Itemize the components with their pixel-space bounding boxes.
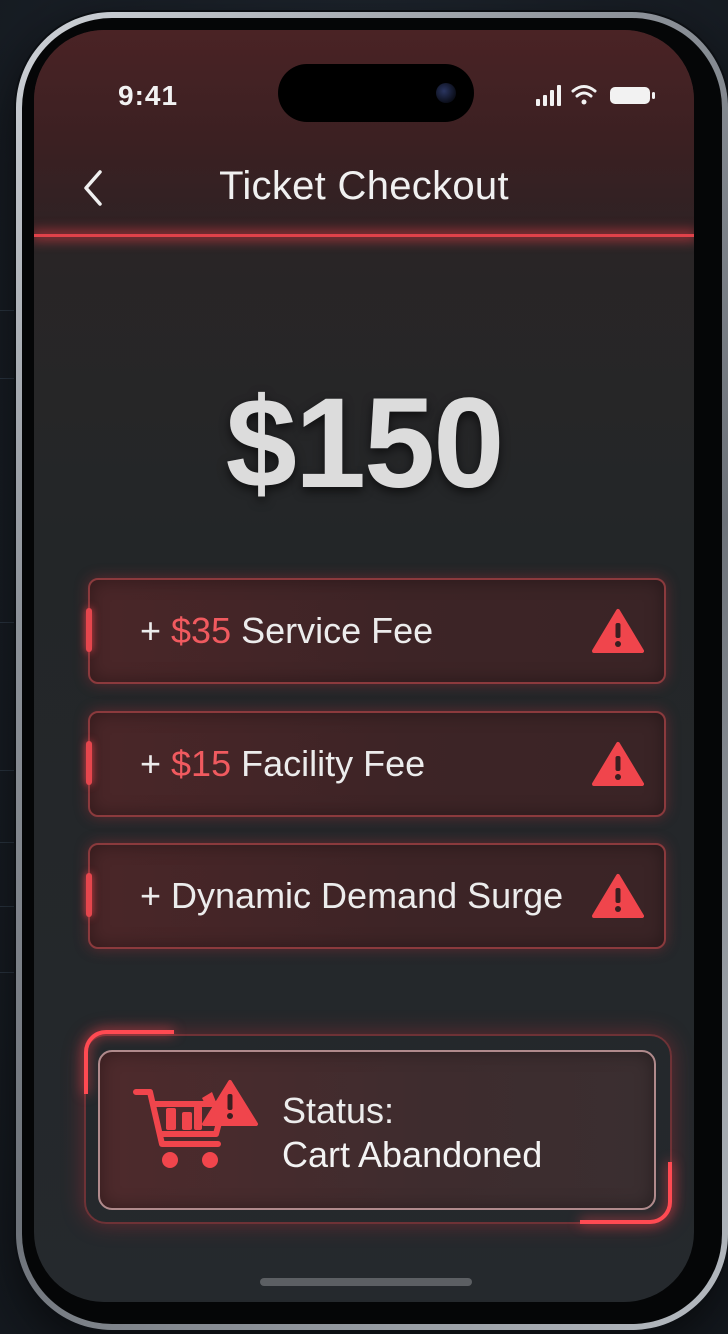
warning-icon <box>592 874 644 918</box>
fee-prefix: + <box>140 610 172 651</box>
fee-text: + $35 Service Fee <box>140 580 433 682</box>
warning-icon <box>592 742 644 786</box>
page-title: Ticket Checkout <box>219 164 509 208</box>
battery-icon <box>610 87 655 104</box>
ticket-price: $150 <box>225 372 505 515</box>
warning-icon <box>592 609 644 653</box>
status-value: Cart Abandoned <box>282 1134 543 1175</box>
dynamic-island <box>278 64 474 122</box>
home-indicator[interactable] <box>260 1278 472 1286</box>
fee-text: + $15 Facility Fee <box>140 713 425 815</box>
fee-text: + Dynamic Demand Surge <box>140 845 563 947</box>
header-divider <box>34 234 694 237</box>
status-card[interactable]: Status: Cart Abandoned <box>98 1050 656 1210</box>
status-bar-icons <box>536 85 655 106</box>
status-label: Status: <box>282 1090 395 1131</box>
fee-amount: $35 <box>171 610 232 651</box>
fee-item-demand-surge[interactable]: + Dynamic Demand Surge <box>86 843 666 949</box>
fee-label: Dynamic Demand Surge <box>171 875 564 916</box>
signal-icon <box>536 85 561 106</box>
cart-warning-icon <box>133 1080 258 1168</box>
camera-icon <box>436 83 456 103</box>
fee-accent-notch <box>86 741 92 785</box>
fee-item-facility[interactable]: + $15 Facility Fee <box>86 711 666 817</box>
fee-prefix: + <box>140 875 172 916</box>
screen: 9:41 Ticket Checkout $150 + $35 Service … <box>34 30 694 1302</box>
fee-label: Service Fee <box>231 610 434 651</box>
fee-amount: $15 <box>171 743 232 784</box>
fee-accent-notch <box>86 608 92 652</box>
fee-label: Facility Fee <box>231 743 426 784</box>
fee-item-service[interactable]: + $35 Service Fee <box>86 578 666 684</box>
wifi-icon <box>571 85 597 105</box>
status-bar-time: 9:41 <box>118 80 179 111</box>
fee-accent-notch <box>86 873 92 917</box>
fee-prefix: + <box>140 743 172 784</box>
